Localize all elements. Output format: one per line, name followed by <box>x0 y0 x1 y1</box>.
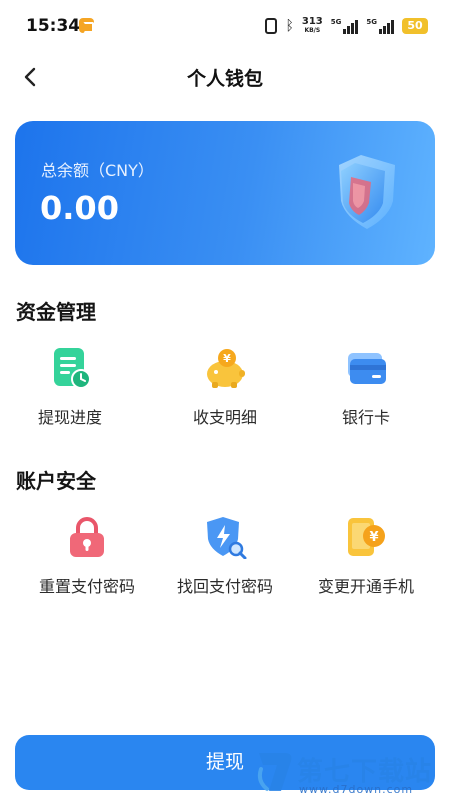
reset-pay-password-label: 重置支付密码 <box>38 577 135 596</box>
watermark-logo-icon <box>255 747 295 795</box>
status-time: 15:34 <box>26 16 81 36</box>
watermark: 第七下载站 www.d7down.com <box>255 745 447 800</box>
recover-pay-password-item[interactable]: 找回支付密码 <box>155 515 295 615</box>
piggy-bank-icon: ¥ <box>203 346 247 390</box>
lock-icon <box>65 515 109 559</box>
security-grid: 重置支付密码 找回支付密码 ¥ 变更开通手机 <box>0 515 450 615</box>
network-speed-unit: KB/S <box>304 27 321 34</box>
balance-label: 总余额（CNY） <box>41 161 154 180</box>
vibrate-icon <box>265 18 278 34</box>
security-section-title: 账户安全 <box>16 469 96 493</box>
withdraw-progress-item[interactable]: 提现进度 <box>0 346 140 446</box>
page-title: 个人钱包 <box>186 68 263 90</box>
nav-bar: 个人钱包 <box>0 52 450 100</box>
shield-search-icon <box>203 515 247 560</box>
bank-card-item[interactable]: 银行卡 <box>296 346 436 446</box>
withdraw-progress-icon <box>48 346 92 390</box>
signal-icon: 5G <box>331 18 359 34</box>
bank-card-label: 银行卡 <box>341 408 390 427</box>
app-notification-icon <box>79 18 94 33</box>
battery-icon: 50 <box>402 18 428 34</box>
income-expense-item[interactable]: ¥ 收支明细 <box>155 346 295 446</box>
phone-yuan-icon: ¥ <box>344 515 388 559</box>
fund-grid: 提现进度 ¥ 收支明细 银行卡 <box>0 346 450 446</box>
withdraw-progress-label: 提现进度 <box>37 408 102 427</box>
bank-card-icon <box>344 346 388 390</box>
shield-illustration-icon <box>331 151 403 233</box>
status-icons: ᛒ 313 KB/S 5G 5G 50 <box>265 15 428 37</box>
balance-card: 总余额（CNY） 0.00 <box>15 121 435 265</box>
recover-pay-password-label: 找回支付密码 <box>176 577 273 596</box>
watermark-url: www.d7down.com <box>299 783 414 796</box>
reset-pay-password-item[interactable]: 重置支付密码 <box>17 515 157 615</box>
signal-tag: 5G <box>330 18 342 26</box>
svg-text:¥: ¥ <box>223 352 231 365</box>
svg-text:¥: ¥ <box>369 530 378 545</box>
income-expense-label: 收支明细 <box>192 408 257 427</box>
balance-value: 0.00 <box>40 189 119 227</box>
signal-tag: 5G <box>366 18 377 26</box>
status-bar: 15:34 ᛒ 313 KB/S 5G 5G 50 <box>0 0 450 52</box>
network-speed: 313 KB/S <box>302 17 323 35</box>
fund-section-title: 资金管理 <box>16 300 96 324</box>
network-speed-value: 313 <box>301 16 323 27</box>
signal-icon: 5G <box>366 18 394 34</box>
change-phone-label: 变更开通手机 <box>317 577 414 596</box>
change-phone-item[interactable]: ¥ 变更开通手机 <box>296 515 436 615</box>
bluetooth-icon: ᛒ <box>285 18 294 34</box>
